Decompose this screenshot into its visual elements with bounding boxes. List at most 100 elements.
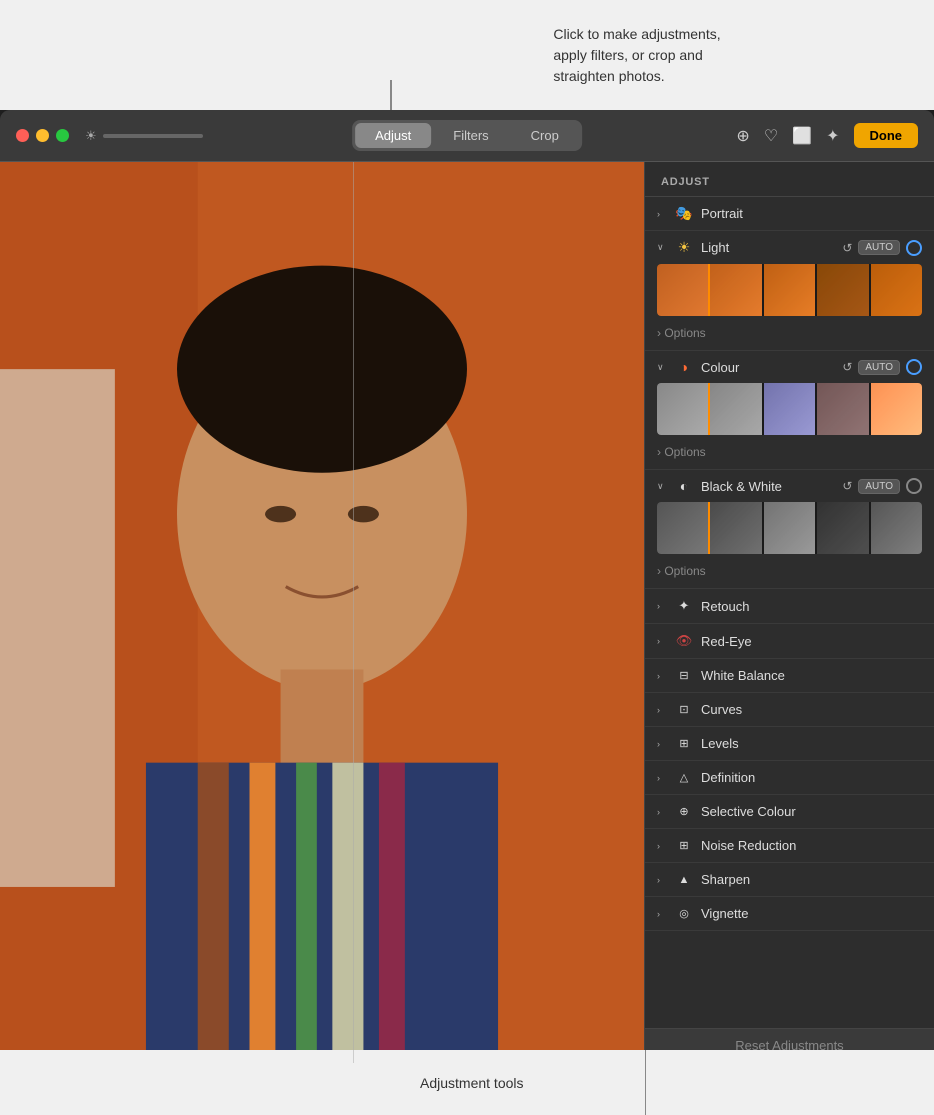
- slider-track: [103, 134, 203, 138]
- maximize-button[interactable]: [56, 129, 69, 142]
- sharpen-item[interactable]: › ▲ Sharpen: [645, 863, 934, 897]
- vignette-chevron: ›: [657, 909, 667, 919]
- bw-thumb-2[interactable]: [710, 502, 761, 554]
- whitebalance-label: White Balance: [701, 668, 922, 683]
- bw-options[interactable]: › Options: [657, 564, 706, 578]
- definition-chevron: ›: [657, 773, 667, 783]
- colour-chevron: ∨: [657, 362, 667, 373]
- magic-wand-button[interactable]: ✦: [826, 126, 839, 146]
- colour-options[interactable]: › Options: [657, 445, 706, 459]
- bw-thumb-5[interactable]: [871, 502, 922, 554]
- colour-thumb-3[interactable]: [764, 383, 815, 435]
- redeye-item[interactable]: › 👁 Red-Eye: [645, 624, 934, 659]
- bw-controls: ↺ AUTO: [842, 478, 922, 494]
- share-button[interactable]: ⬜: [792, 126, 812, 146]
- colour-auto[interactable]: AUTO: [858, 360, 900, 375]
- bw-thumb-1[interactable]: [657, 502, 708, 554]
- bw-section: ∨ ◐ Black & White ↺ AUTO: [645, 470, 934, 589]
- colour-thumb-2[interactable]: [710, 383, 761, 435]
- portrait-header[interactable]: › 🎭 Portrait: [645, 197, 934, 230]
- tab-filters[interactable]: Filters: [433, 123, 508, 148]
- noisereduction-icon: ⊞: [675, 839, 693, 852]
- colour-thumb-1[interactable]: [657, 383, 708, 435]
- whitebalance-icon: ⊟: [675, 669, 693, 682]
- redeye-chevron: ›: [657, 636, 667, 646]
- curves-chevron: ›: [657, 705, 667, 715]
- light-header[interactable]: ∨ ☀ Light ↺ AUTO: [645, 231, 934, 264]
- tooltip-arrow: [390, 80, 392, 110]
- bw-undo[interactable]: ↺: [842, 479, 852, 493]
- light-label: Light: [701, 240, 834, 255]
- sun-icon: ☀: [85, 128, 97, 144]
- sidebar-title: ADJUST: [661, 176, 710, 188]
- content-area: ADJUST › 🎭 Portrait ∨ ☀ Light: [0, 162, 934, 1063]
- curves-item[interactable]: › ⊡ Curves: [645, 693, 934, 727]
- selectivecolour-chevron: ›: [657, 807, 667, 817]
- light-icon: ☀: [675, 239, 693, 256]
- portrait-chevron: ›: [657, 209, 667, 219]
- bw-header[interactable]: ∨ ◐ Black & White ↺ AUTO: [645, 470, 934, 502]
- annotation-bottom-area: Adjustment tools: [0, 1050, 934, 1115]
- titlebar-tabs: Adjust Filters Crop: [352, 120, 582, 151]
- bw-toggle[interactable]: [906, 478, 922, 494]
- sidebar-header: ADJUST: [645, 162, 934, 197]
- light-toggle[interactable]: [906, 240, 922, 256]
- bw-thumb-3[interactable]: [764, 502, 815, 554]
- tab-crop[interactable]: Crop: [511, 123, 579, 148]
- vignette-label: Vignette: [701, 906, 922, 921]
- selectivecolour-item[interactable]: › ⊕ Selective Colour: [645, 795, 934, 829]
- bw-thumb-4[interactable]: [817, 502, 868, 554]
- light-options[interactable]: › Options: [657, 326, 706, 340]
- titlebar-right: ⊕ ♡ ⬜ ✦ Done: [736, 123, 918, 148]
- done-button[interactable]: Done: [854, 123, 919, 148]
- definition-item[interactable]: › △ Definition: [645, 761, 934, 795]
- photo-area: [0, 162, 644, 1063]
- selectivecolour-icon: ⊕: [675, 805, 693, 818]
- whitebalance-item[interactable]: › ⊟ White Balance: [645, 659, 934, 693]
- levels-item[interactable]: › ⊞ Levels: [645, 727, 934, 761]
- light-undo[interactable]: ↺: [842, 241, 852, 255]
- traffic-lights: [16, 129, 69, 142]
- vignette-icon: ◎: [675, 907, 693, 920]
- noisereduction-item[interactable]: › ⊞ Noise Reduction: [645, 829, 934, 863]
- redeye-icon: 👁: [675, 633, 693, 649]
- tab-adjust[interactable]: Adjust: [355, 123, 431, 148]
- bw-thumbnails: [657, 502, 922, 554]
- colour-options-row: › Options: [645, 441, 934, 469]
- light-thumb-5[interactable]: [871, 264, 922, 316]
- bw-icon: ◐: [675, 478, 693, 494]
- selectivecolour-label: Selective Colour: [701, 804, 922, 819]
- light-thumb-4[interactable]: [817, 264, 868, 316]
- sharpen-label: Sharpen: [701, 872, 922, 887]
- retouch-item[interactable]: › ✦ Retouch: [645, 589, 934, 624]
- vignette-item[interactable]: › ◎ Vignette: [645, 897, 934, 931]
- colour-thumb-5[interactable]: [871, 383, 922, 435]
- light-thumb-3[interactable]: [764, 264, 815, 316]
- more-options-button[interactable]: ⊕: [736, 126, 749, 146]
- colour-thumbnails: [657, 383, 922, 435]
- light-chevron: ∨: [657, 242, 667, 253]
- definition-label: Definition: [701, 770, 922, 785]
- bw-auto[interactable]: AUTO: [858, 479, 900, 494]
- colour-section: ∨ ◑ Colour ↺ AUTO: [645, 351, 934, 470]
- curves-icon: ⊡: [675, 703, 693, 716]
- levels-label: Levels: [701, 736, 922, 751]
- favorite-button[interactable]: ♡: [764, 126, 778, 146]
- definition-icon: △: [675, 771, 693, 784]
- colour-header[interactable]: ∨ ◑ Colour ↺ AUTO: [645, 351, 934, 383]
- light-auto[interactable]: AUTO: [858, 240, 900, 255]
- colour-thumb-4[interactable]: [817, 383, 868, 435]
- annotation-line: [645, 1050, 646, 1115]
- minimize-button[interactable]: [36, 129, 49, 142]
- light-thumb-1[interactable]: [657, 264, 708, 316]
- bw-label: Black & White: [701, 479, 834, 494]
- light-thumb-2[interactable]: [710, 264, 761, 316]
- colour-undo[interactable]: ↺: [842, 360, 852, 374]
- colour-toggle[interactable]: [906, 359, 922, 375]
- noisereduction-chevron: ›: [657, 841, 667, 851]
- brightness-slider[interactable]: ☀: [85, 128, 203, 144]
- close-button[interactable]: [16, 129, 29, 142]
- whitebalance-chevron: ›: [657, 671, 667, 681]
- noisereduction-label: Noise Reduction: [701, 838, 922, 853]
- sidebar-scroll[interactable]: › 🎭 Portrait ∨ ☀ Light ↺ AUTO: [645, 197, 934, 1028]
